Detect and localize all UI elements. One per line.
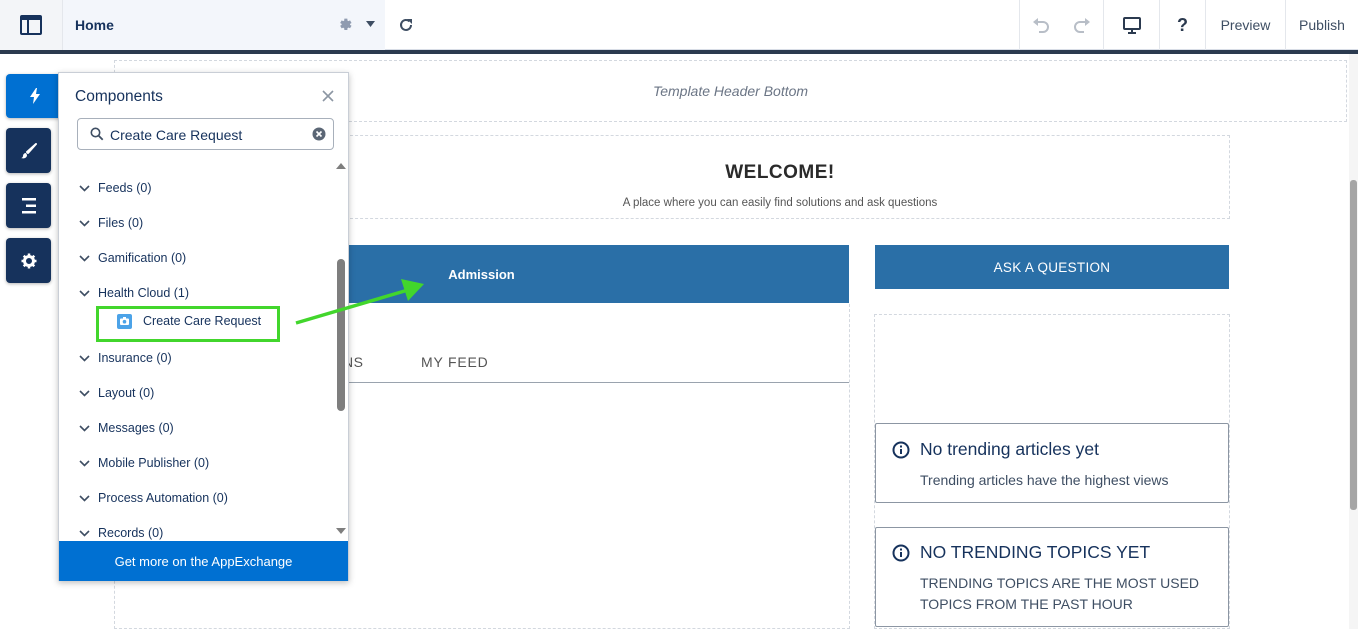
tab-my-feed[interactable]: MY FEED bbox=[421, 354, 489, 370]
category-label: Layout (0) bbox=[98, 386, 155, 400]
chevron-down-icon bbox=[79, 184, 90, 192]
caret-down-icon[interactable] bbox=[366, 21, 375, 27]
undo-button[interactable] bbox=[1019, 0, 1061, 50]
trending-articles-card[interactable]: No trending articles yet Trending articl… bbox=[875, 423, 1229, 503]
category-health-cloud[interactable]: Health Cloud (1) bbox=[79, 283, 189, 303]
theme-button[interactable] bbox=[6, 128, 51, 173]
appexchange-link[interactable]: Get more on the AppExchange bbox=[59, 541, 348, 581]
panel-title: Components bbox=[75, 88, 163, 105]
redo-button[interactable] bbox=[1061, 0, 1103, 50]
close-icon[interactable] bbox=[321, 89, 335, 103]
undo-icon bbox=[1032, 18, 1049, 33]
category-label: Gamification (0) bbox=[98, 251, 187, 265]
scroll-up-arrow-icon[interactable] bbox=[335, 162, 347, 170]
info-icon bbox=[892, 544, 910, 562]
welcome-title: WELCOME! bbox=[725, 162, 835, 183]
app-menu-button[interactable] bbox=[0, 0, 62, 50]
chevron-down-icon bbox=[79, 289, 90, 297]
chevron-down-icon bbox=[79, 219, 90, 227]
info-icon bbox=[892, 441, 910, 459]
template-header-label: Template Header Bottom bbox=[652, 83, 809, 99]
welcome-subtitle: A place where you can easily find soluti… bbox=[622, 197, 938, 209]
ask-question-button[interactable]: ASK A QUESTION bbox=[875, 245, 1229, 289]
category-gamification[interactable]: Gamification (0) bbox=[79, 248, 186, 268]
settings-button[interactable] bbox=[6, 238, 51, 283]
refresh-button[interactable] bbox=[386, 0, 426, 50]
component-category-list: Feeds (0) Files (0) Gamification (0) Hea… bbox=[59, 157, 335, 541]
chevron-down-icon bbox=[79, 424, 90, 432]
gear-icon[interactable] bbox=[337, 16, 355, 34]
card-title: No trending articles yet bbox=[920, 439, 1099, 459]
chevron-down-icon bbox=[79, 254, 90, 262]
scroll-down-arrow-icon[interactable] bbox=[335, 527, 347, 535]
search-input[interactable] bbox=[110, 125, 305, 145]
category-files[interactable]: Files (0) bbox=[79, 213, 143, 233]
lightning-icon bbox=[29, 88, 40, 104]
gear-icon bbox=[21, 253, 36, 268]
chevron-down-icon bbox=[79, 389, 90, 397]
page-name: Home bbox=[75, 17, 114, 33]
category-label: Messages (0) bbox=[98, 421, 174, 435]
appexchange-label: Get more on the AppExchange bbox=[114, 553, 293, 569]
ask-question-label: ASK A QUESTION bbox=[993, 259, 1111, 275]
category-label: Process Automation (0) bbox=[98, 491, 228, 505]
annotation-arrow-icon bbox=[295, 279, 424, 325]
component-search[interactable] bbox=[77, 118, 334, 150]
chevron-down-icon bbox=[79, 529, 90, 537]
redo-icon bbox=[1074, 18, 1090, 33]
pages-icon bbox=[21, 197, 36, 213]
category-process-automation[interactable]: Process Automation (0) bbox=[79, 488, 228, 508]
components-tab-button[interactable] bbox=[6, 74, 63, 118]
category-label: Mobile Publisher (0) bbox=[98, 456, 210, 470]
category-records[interactable]: Records (0) bbox=[79, 523, 163, 541]
category-mobile-publisher[interactable]: Mobile Publisher (0) bbox=[79, 453, 209, 473]
category-insurance[interactable]: Insurance (0) bbox=[79, 348, 172, 368]
chevron-down-icon bbox=[79, 459, 90, 467]
device-preview-button[interactable] bbox=[1103, 0, 1159, 50]
publish-button[interactable]: Publish bbox=[1285, 0, 1358, 50]
card-subtitle-line-2: TOPICS FROM THE PAST HOUR bbox=[920, 596, 1133, 612]
trending-topics-card[interactable]: NO TRENDING TOPICS YET TRENDING TOPICS A… bbox=[875, 527, 1229, 627]
category-label: Health Cloud (1) bbox=[98, 286, 190, 300]
chevron-down-icon bbox=[79, 354, 90, 362]
category-feeds[interactable]: Feeds (0) bbox=[79, 178, 152, 198]
pages-button[interactable] bbox=[6, 183, 51, 228]
search-icon bbox=[90, 127, 104, 141]
category-layout[interactable]: Layout (0) bbox=[79, 383, 154, 403]
clear-search-icon[interactable] bbox=[312, 127, 326, 141]
app-menu-icon bbox=[20, 15, 42, 35]
canvas-scrollbar-thumb[interactable] bbox=[1350, 180, 1357, 510]
builder-toolbar: Home ? Preview Publish bbox=[0, 0, 1358, 50]
help-button[interactable]: ? bbox=[1159, 0, 1205, 50]
card-subtitle: Trending articles have the highest views bbox=[920, 472, 1169, 488]
refresh-icon bbox=[400, 18, 412, 31]
highlight-box bbox=[96, 306, 280, 342]
card-subtitle-line-1: TRENDING TOPICS ARE THE MOST USED bbox=[920, 575, 1200, 591]
category-messages[interactable]: Messages (0) bbox=[79, 418, 174, 438]
preview-button[interactable]: Preview bbox=[1205, 0, 1285, 50]
welcome-headline[interactable]: WELCOME! A place where you can easily fi… bbox=[330, 135, 1230, 219]
admission-label: Admission bbox=[448, 266, 515, 282]
category-label: Files (0) bbox=[98, 216, 144, 230]
brush-icon bbox=[20, 142, 37, 158]
category-label: Feeds (0) bbox=[98, 181, 152, 195]
category-label: Insurance (0) bbox=[98, 351, 172, 365]
chevron-down-icon bbox=[79, 494, 90, 502]
card-title: NO TRENDING TOPICS YET bbox=[920, 542, 1151, 562]
category-label: Records (0) bbox=[98, 526, 164, 540]
desktop-icon bbox=[1122, 16, 1141, 34]
